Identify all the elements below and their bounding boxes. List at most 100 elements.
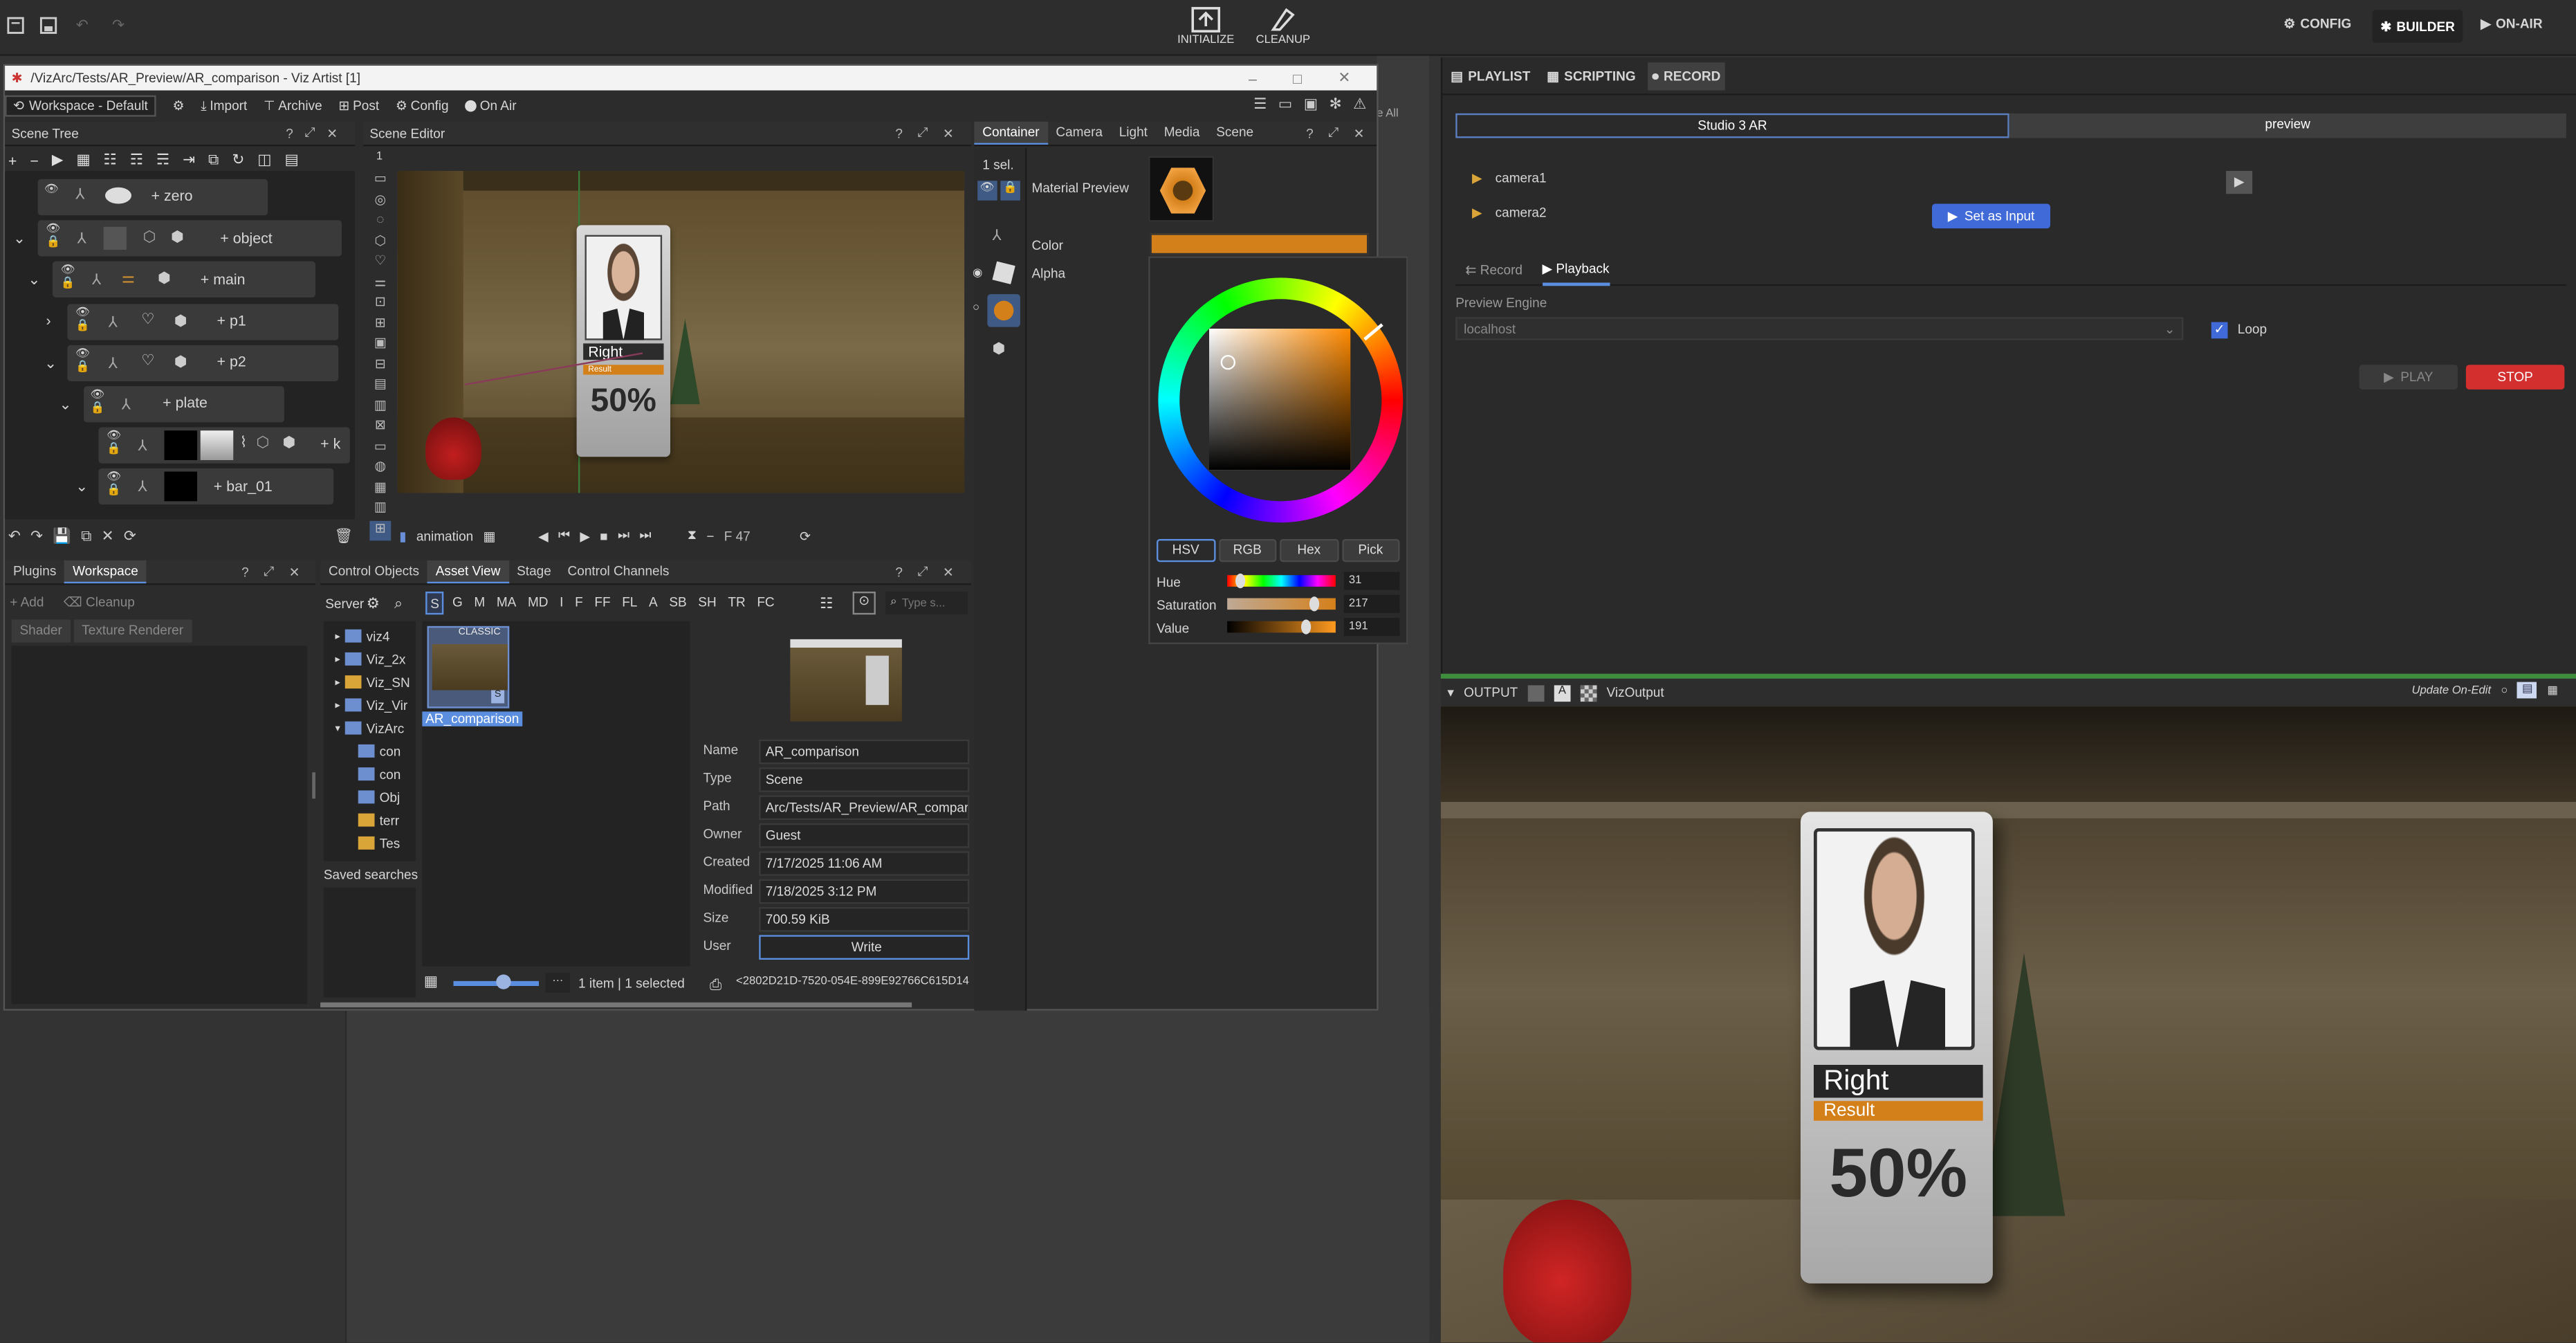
asset-tree-item[interactable]: ▸ Viz_SN (325, 670, 416, 693)
collapse-icon[interactable]: ⌄ (28, 271, 40, 289)
color-swatch[interactable] (1150, 233, 1369, 255)
record-dot-icon[interactable]: ○ (2501, 684, 2508, 696)
editor-tool-icon[interactable]: ▣ (369, 336, 391, 356)
loop-icon[interactable]: ⟳ (800, 529, 811, 543)
split-icon[interactable]: ☴ (156, 152, 169, 170)
collapse-icon[interactable]: ⌄ (59, 396, 72, 414)
close-panel-icon[interactable]: ✕ (326, 126, 338, 140)
collapse-icon[interactable]: ▾ (1447, 685, 1454, 700)
eye-lock-icon[interactable]: 👁 🔒 (61, 263, 75, 289)
list-icon[interactable]: ☷ (104, 152, 117, 170)
editor-tool-icon[interactable]: ⊡ (369, 294, 391, 315)
save-all-icon[interactable]: ⧉ (81, 527, 91, 545)
add-icon[interactable]: + (8, 152, 17, 169)
record-tab[interactable]: ⇇ Record (1455, 263, 1522, 277)
editor-tool-icon[interactable]: ▤ (369, 376, 391, 397)
tree-label-zero[interactable]: + zero (151, 188, 193, 204)
expand-arrow-icon[interactable]: ▾ (335, 722, 340, 733)
warning-icon[interactable]: ⚠ (1353, 95, 1366, 113)
help-icon[interactable]: ? (1306, 126, 1314, 140)
editor-tool-icon[interactable]: ⬡ (369, 232, 391, 253)
snowflake-icon[interactable]: ✻ (1330, 95, 1342, 113)
close-panel-icon[interactable]: ✕ (943, 126, 954, 140)
material-preview-swatch[interactable] (1148, 156, 1215, 222)
filter-md[interactable]: MD (524, 592, 551, 614)
filter-ma[interactable]: MA (493, 592, 519, 614)
filter-fc[interactable]: FC (754, 592, 778, 614)
group-icon[interactable]: ▦ (76, 152, 90, 170)
image-icon[interactable] (1527, 684, 1545, 701)
workspace-select[interactable]: ⟲ Workspace - Default (5, 95, 156, 117)
filter-a[interactable]: A (645, 592, 661, 614)
config-menu[interactable]: ⚙ Config (396, 99, 449, 113)
scene-card[interactable]: Right Result 50% (576, 225, 670, 457)
trash-icon[interactable]: 🗑 (334, 527, 353, 545)
minus-icon[interactable]: − (706, 529, 714, 543)
color-mode-pick[interactable]: Pick (1341, 539, 1400, 563)
editor-tool-icon[interactable]: ⊞ (369, 520, 392, 541)
show-all-label[interactable]: e All (1377, 109, 1398, 120)
expand-arrow-icon[interactable]: ▸ (335, 653, 340, 664)
editor-tool-icon[interactable]: ♡ (369, 253, 391, 274)
hue-slider-knob[interactable] (1235, 573, 1246, 589)
builder-nav[interactable]: ✱ BUILDER (2372, 10, 2463, 43)
container-tab-media[interactable]: Media (1156, 122, 1208, 145)
radio-icon[interactable]: ○ (973, 302, 979, 314)
editor-tool-icon[interactable]: ⊠ (369, 417, 391, 438)
close-panel-icon[interactable]: ✕ (943, 565, 954, 579)
set-as-input-button[interactable]: ▶ Set as Input (1932, 203, 2050, 229)
filter-g[interactable]: G (449, 592, 466, 614)
animation-label[interactable]: animation (416, 529, 473, 543)
play-icon[interactable]: ▶ (580, 529, 590, 543)
play-button[interactable]: ▶ PLAY (2359, 365, 2458, 390)
expand-icon[interactable]: ⤢ (917, 564, 928, 581)
asset-tree-item[interactable]: ▾ VizArc (325, 717, 416, 740)
thumbnail-size-knob[interactable] (496, 974, 511, 989)
settings-icon[interactable]: ▦ (2547, 684, 2558, 697)
more-icon[interactable]: ▤ (284, 152, 298, 170)
visibility-toggle[interactable]: 👁 (977, 181, 997, 201)
container-tab-light[interactable]: Light (1111, 122, 1156, 145)
sort-icon[interactable]: ☷ (820, 595, 833, 613)
new-file-icon[interactable] (5, 15, 25, 35)
monitor-icon[interactable]: ▣ (1304, 95, 1318, 113)
asset-tree-item[interactable]: terr (325, 809, 416, 832)
eye-icon[interactable]: 👁 (44, 183, 59, 196)
save-icon[interactable]: 💾 (53, 527, 71, 545)
config-nav[interactable]: ⚙ CONFIG (2283, 17, 2351, 31)
end-icon[interactable]: ⏭ (639, 527, 651, 544)
checker-icon[interactable] (1580, 684, 1597, 701)
minimize-icon[interactable]: – (1249, 70, 1257, 86)
asset-tab-2[interactable]: Stage (508, 560, 559, 583)
help-icon[interactable]: ? (895, 565, 903, 579)
filter-s[interactable]: S (425, 592, 445, 615)
camera1-item[interactable]: ▶ camera1 (1472, 171, 1547, 185)
expand-arrow-icon[interactable]: ▸ (335, 700, 340, 711)
saturation-value[interactable]: 217 (1343, 594, 1400, 613)
filter-lock-icon[interactable]: ⊙ (852, 592, 876, 615)
editor-tool-icon[interactable]: ⊟ (369, 356, 391, 376)
screen-icon[interactable]: ▤ (2517, 682, 2538, 699)
tree-label-p2[interactable]: + p2 (217, 354, 246, 370)
filter-m[interactable]: M (471, 592, 488, 614)
on-air-menu[interactable]: On Air (465, 99, 517, 113)
value-slider-knob[interactable] (1301, 619, 1312, 634)
preview-engine-select[interactable]: localhost ⌄ (1455, 317, 2184, 340)
view-icon[interactable]: ◫ (257, 152, 271, 170)
close-panel-icon[interactable]: ✕ (1354, 126, 1365, 140)
loop-checkbox[interactable]: ✓ (2211, 322, 2228, 339)
asset-tree-item[interactable]: ▸ viz4 (325, 625, 416, 648)
expand-icon[interactable]: ⤢ (264, 564, 274, 581)
expand-arrow-icon[interactable]: ▸ (335, 630, 340, 641)
eye-lock-icon[interactable]: 👁 🔒 (75, 306, 90, 332)
tab-plugins[interactable]: Plugins (5, 560, 64, 583)
close-panel-icon[interactable]: ✕ (289, 565, 300, 579)
container-tab-camera[interactable]: Camera (1048, 122, 1111, 145)
stop-icon[interactable]: ■ (600, 529, 608, 543)
step-back-icon[interactable]: ⏮ (558, 527, 570, 544)
calendar-icon[interactable]: ▦ (483, 529, 495, 543)
value-slider[interactable] (1227, 621, 1336, 633)
undo-icon[interactable]: ↶ (71, 15, 93, 35)
settings-gear-icon[interactable]: ⚙ (172, 99, 184, 113)
hue-value[interactable]: 31 (1343, 572, 1400, 590)
